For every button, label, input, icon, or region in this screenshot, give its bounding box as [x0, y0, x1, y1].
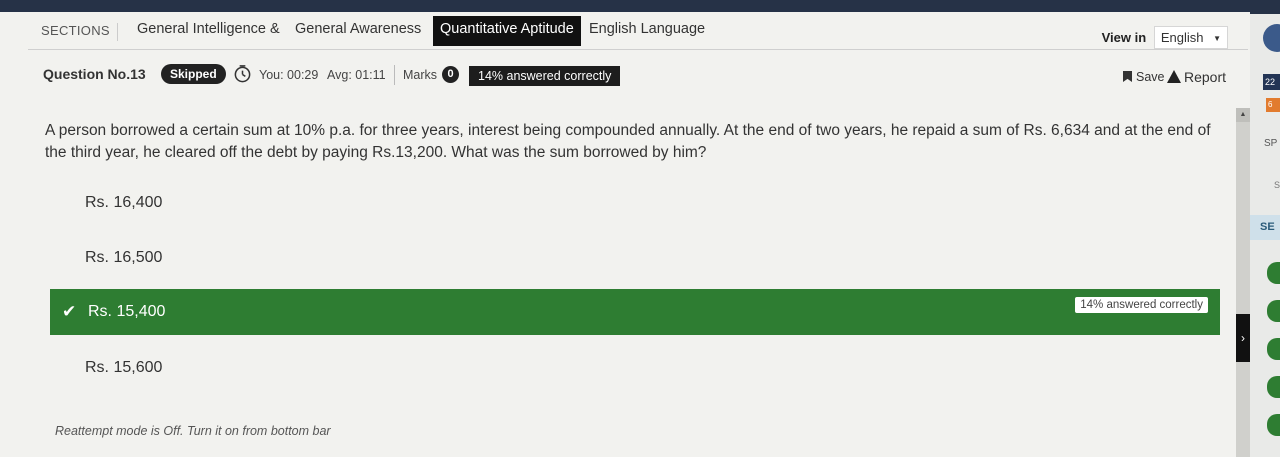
stopwatch-icon: [234, 65, 251, 83]
save-button[interactable]: Save: [1123, 70, 1165, 84]
checkmark-icon: ✔: [62, 302, 77, 321]
answered-correctly-badge: 14% answered correctly: [469, 66, 621, 86]
sections-bar: SECTIONS General Intelligence & General …: [28, 14, 1248, 50]
question-info-bar: Question No.13 Skipped You: 00:29 Avg: 0…: [43, 62, 1233, 88]
tab-quantitative-aptitude[interactable]: Quantitative Aptitude: [433, 16, 581, 46]
status-badge: Skipped: [161, 64, 226, 84]
panel-section-band[interactable]: SE: [1250, 215, 1280, 240]
chevron-right-icon[interactable]: ›: [1236, 314, 1250, 362]
tab-english-language[interactable]: English Language: [582, 16, 712, 46]
option-b[interactable]: Rs. 16,500: [50, 235, 1220, 281]
scrollbar[interactable]: [1236, 108, 1250, 457]
top-bezel: [0, 0, 1280, 12]
view-in-control: View in English ▼: [1102, 26, 1228, 49]
report-label: Report: [1184, 69, 1227, 85]
report-button[interactable]: Report: [1167, 69, 1226, 85]
option-label: Rs. 16,500: [85, 249, 163, 266]
option-d[interactable]: Rs. 15,600: [50, 345, 1220, 391]
marks-label: Marks: [403, 68, 438, 82]
palette-question-button[interactable]: [1267, 338, 1280, 360]
palette-question-button[interactable]: [1267, 262, 1280, 284]
option-c-correct[interactable]: ✔ Rs. 15,400 14% answered correctly: [50, 289, 1220, 335]
sections-divider: [117, 23, 118, 41]
panel-label-s: S: [1274, 180, 1280, 190]
tab-general-intelligence[interactable]: General Intelligence &: [130, 16, 287, 46]
exam-review-screen: SECTIONS General Intelligence & General …: [0, 0, 1280, 457]
scroll-up-arrow-icon[interactable]: ▲: [1236, 108, 1250, 122]
sections-label: SECTIONS: [41, 23, 110, 38]
question-number: Question No.13: [43, 66, 146, 82]
option-a[interactable]: Rs. 16,400: [50, 180, 1220, 226]
panel-label-sp: SP: [1264, 138, 1278, 149]
palette-question-button[interactable]: [1267, 414, 1280, 436]
panel-header: [1250, 0, 1280, 14]
average-time: Avg: 01:11: [327, 68, 386, 82]
palette-count-badge: 6: [1266, 98, 1280, 112]
bookmark-icon: [1123, 71, 1132, 82]
palette-question-button[interactable]: [1267, 376, 1280, 398]
palette-question-button[interactable]: [1267, 300, 1280, 322]
info-divider: [394, 65, 395, 85]
warning-icon: [1167, 70, 1181, 83]
marks-value: 0: [442, 66, 459, 83]
save-label: Save: [1136, 70, 1165, 84]
view-in-label: View in: [1101, 30, 1147, 45]
language-select-value: English: [1160, 30, 1204, 45]
caret-down-icon: ▼: [1213, 34, 1221, 44]
remaining-time: 22: [1263, 74, 1280, 90]
option-answered-correctly-badge: 14% answered correctly: [1075, 297, 1208, 313]
language-select[interactable]: English ▼: [1153, 26, 1228, 49]
reattempt-note: Reattempt mode is Off. Turn it on from b…: [55, 424, 331, 438]
option-label: Rs. 16,400: [85, 194, 163, 211]
tab-general-awareness[interactable]: General Awareness: [288, 16, 428, 46]
your-time: You: 00:29: [259, 68, 319, 82]
option-label: Rs. 15,400: [88, 303, 166, 320]
option-label: Rs. 15,600: [85, 359, 163, 376]
question-text: A person borrowed a certain sum at 10% p…: [45, 122, 1211, 161]
